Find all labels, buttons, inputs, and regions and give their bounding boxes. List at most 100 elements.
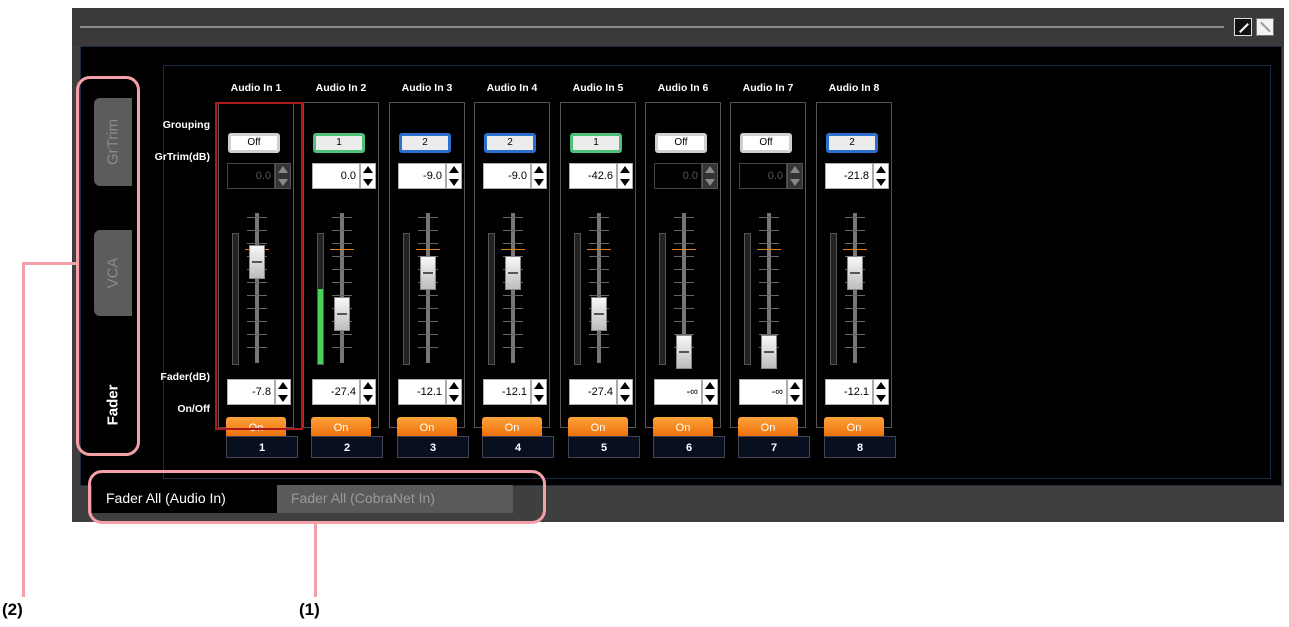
- fader-knob[interactable]: [761, 335, 777, 369]
- grtrim-spinner[interactable]: [702, 163, 718, 189]
- channel-name: Audio In 1: [230, 82, 282, 94]
- fader-value[interactable]: -12.1: [825, 379, 873, 405]
- grtrim-value[interactable]: -21.8: [825, 163, 873, 189]
- channel-name: Audio In 3: [401, 82, 453, 94]
- fader-value[interactable]: -27.4: [569, 379, 617, 405]
- callout-leader-1: [314, 524, 317, 597]
- fader-spinner[interactable]: [873, 379, 889, 405]
- fader-knob[interactable]: [847, 256, 863, 290]
- grtrim-spinner[interactable]: [873, 163, 889, 189]
- grtrim-spinner[interactable]: [360, 163, 376, 189]
- fader-value[interactable]: -∞: [654, 379, 702, 405]
- fader-scale-tick: [418, 243, 438, 244]
- channel-frame: 1 0.0 -27.4 On: [303, 102, 379, 439]
- fader-scale-tick: [759, 269, 779, 270]
- fader-scale-tick: [845, 243, 865, 244]
- pen-icon[interactable]: [1234, 18, 1252, 36]
- fader-scale-tick: [674, 243, 694, 244]
- fader-zero-marker: [587, 249, 611, 250]
- fader-scale-tick: [674, 282, 694, 283]
- fader-scale-tick: [845, 295, 865, 296]
- maximize-icon[interactable]: [1256, 18, 1274, 36]
- fader-value[interactable]: -12.1: [483, 379, 531, 405]
- fader-scale-tick: [845, 347, 865, 348]
- grouping-label: Grouping: [162, 119, 210, 131]
- channel-strip: Audio In 6 Off 0.0 -∞ On 6: [645, 82, 725, 458]
- grtrim-value[interactable]: 0.0: [312, 163, 360, 189]
- fader-spinner[interactable]: [531, 379, 547, 405]
- fader-knob[interactable]: [334, 297, 350, 331]
- fader-spinner[interactable]: [360, 379, 376, 405]
- fader-spinner[interactable]: [702, 379, 718, 405]
- fader-scale-tick: [418, 295, 438, 296]
- channel-name: Audio In 6: [657, 82, 709, 94]
- fader-scale-tick: [418, 230, 438, 231]
- fader-scale-tick: [845, 217, 865, 218]
- fader-scale-tick: [759, 282, 779, 283]
- level-meter: [659, 233, 666, 365]
- fader-scale-tick: [674, 308, 694, 309]
- fader-value[interactable]: -27.4: [312, 379, 360, 405]
- fader-track: [597, 213, 601, 363]
- fader-scale-tick: [418, 347, 438, 348]
- fader-zero-marker: [501, 249, 525, 250]
- fader-scale-tick: [503, 321, 523, 322]
- grtrim-spinner[interactable]: [446, 163, 462, 189]
- fader-knob[interactable]: [591, 297, 607, 331]
- fader-zero-marker: [416, 249, 440, 250]
- level-meter: [403, 233, 410, 365]
- fader-scale-tick: [759, 256, 779, 257]
- grouping-button[interactable]: 2: [484, 133, 536, 153]
- grouping-button[interactable]: 1: [570, 133, 622, 153]
- fader-db-label: Fader(dB): [160, 371, 210, 383]
- fader-scale-tick: [759, 217, 779, 218]
- fader-scale-tick: [332, 334, 352, 335]
- fader-scale-tick: [674, 217, 694, 218]
- fader-scale-tick: [589, 256, 609, 257]
- grtrim-value[interactable]: -9.0: [398, 163, 446, 189]
- callout-leader-2v: [22, 262, 25, 597]
- fader-scale-tick: [674, 256, 694, 257]
- grtrim-spinner[interactable]: [531, 163, 547, 189]
- grouping-button[interactable]: 2: [826, 133, 878, 153]
- fader-spinner[interactable]: [446, 379, 462, 405]
- fader-value[interactable]: -12.1: [398, 379, 446, 405]
- grtrim-value[interactable]: -42.6: [569, 163, 617, 189]
- fader-zero-marker: [757, 249, 781, 250]
- fader-knob[interactable]: [420, 256, 436, 290]
- fader-knob[interactable]: [505, 256, 521, 290]
- fader-spinner[interactable]: [787, 379, 803, 405]
- channel-number: 7: [738, 436, 810, 458]
- grouping-button[interactable]: Off: [740, 133, 792, 153]
- title-bar: [72, 8, 1284, 46]
- channel-frame: Off 0.0 -∞ On: [645, 102, 721, 439]
- grtrim-value[interactable]: 0.0: [739, 163, 787, 189]
- grouping-button[interactable]: 1: [313, 133, 365, 153]
- channel-name: Audio In 4: [486, 82, 538, 94]
- fader-zero-marker: [330, 249, 354, 250]
- fader-scale-tick: [418, 308, 438, 309]
- grtrim-spinner[interactable]: [617, 163, 633, 189]
- fader-zero-marker: [672, 249, 696, 250]
- fader-spinner[interactable]: [617, 379, 633, 405]
- fader-knob[interactable]: [676, 335, 692, 369]
- channel-strip: Audio In 2 1 0.0 -27.4 On 2: [303, 82, 383, 458]
- callout-box-2: [76, 76, 140, 456]
- fader-scale-tick: [332, 282, 352, 283]
- fader-scale-tick: [759, 321, 779, 322]
- onoff-label: On/Off: [177, 403, 210, 415]
- fader-zero-marker: [843, 249, 867, 250]
- grouping-button[interactable]: 2: [399, 133, 451, 153]
- callout-leader-2h: [22, 262, 76, 265]
- fader-scale-tick: [759, 295, 779, 296]
- grtrim-value[interactable]: 0.0: [654, 163, 702, 189]
- channel-strip: Audio In 5 1 -42.6 -27.4 On 5: [560, 82, 640, 458]
- fader-scale-tick: [418, 217, 438, 218]
- fader-scale-tick: [503, 230, 523, 231]
- fader-scale-tick: [418, 334, 438, 335]
- grtrim-spinner[interactable]: [787, 163, 803, 189]
- grouping-button[interactable]: Off: [655, 133, 707, 153]
- grtrim-value[interactable]: -9.0: [483, 163, 531, 189]
- fader-value[interactable]: -∞: [739, 379, 787, 405]
- channel-frame: 2 -9.0 -12.1 On: [389, 102, 465, 439]
